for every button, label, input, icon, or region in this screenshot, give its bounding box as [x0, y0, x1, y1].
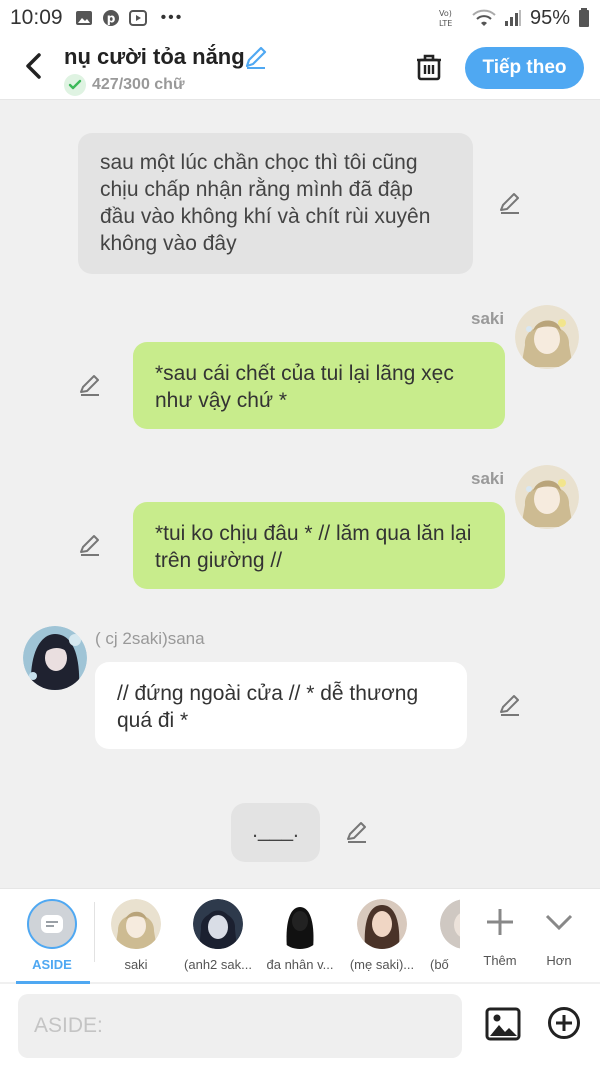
avatar-image — [515, 305, 579, 369]
message-input[interactable] — [18, 994, 462, 1058]
status-bar: 10:09 p ••• Vo) LTE 95% — [0, 0, 600, 36]
aside-avatar — [27, 899, 77, 949]
word-count-text: 427/300 chữ — [92, 76, 185, 93]
more-label: Hơn — [546, 953, 572, 968]
system-icons: Vo) LTE 95% — [438, 7, 590, 30]
character-anh2-saki[interactable]: (anh2 sak... — [178, 899, 258, 972]
plus-icon — [487, 909, 513, 935]
edit-title-icon[interactable] — [243, 44, 269, 70]
character-picker: ASIDE saki (anh2 sak... đa nhân v... (mẹ… — [0, 888, 600, 982]
notification-icons: p — [75, 9, 147, 27]
character-bubble-left[interactable]: // đứng ngoài cửa // * dễ thương quá đi … — [95, 662, 467, 749]
character-label: (anh2 sak... — [184, 957, 252, 972]
svg-text:p: p — [106, 12, 115, 26]
youtube-icon — [128, 10, 147, 26]
chevron-left-icon — [26, 53, 41, 79]
edit-pencil-icon[interactable] — [77, 532, 103, 558]
volte-icon: Vo)LTE — [439, 9, 452, 28]
character-label: (bố — [430, 957, 449, 972]
narration-bubble[interactable]: .___. — [231, 803, 320, 862]
character-label: ASIDE — [32, 957, 72, 972]
next-button[interactable]: Tiếp theo — [465, 47, 584, 89]
character-bubble-right[interactable]: *tui ko chịu đâu * // lăm qua lăn lại tr… — [133, 502, 505, 589]
edit-pencil-icon[interactable] — [497, 190, 523, 216]
trash-icon[interactable] — [414, 52, 444, 82]
svg-text:Vo): Vo) — [439, 9, 452, 18]
divider — [94, 902, 95, 962]
edit-pencil-icon[interactable] — [344, 819, 370, 845]
svg-text:LTE: LTE — [439, 19, 452, 28]
edit-pencil-icon[interactable] — [497, 692, 523, 718]
avatar — [111, 899, 161, 949]
add-circle-icon[interactable] — [547, 1006, 581, 1040]
message-text: *tui ko chịu đâu * // lăm qua lăn lại tr… — [155, 522, 472, 572]
story-title: nụ cười tỏa nắng — [64, 44, 245, 69]
more-characters-button[interactable]: Hơn — [530, 899, 588, 968]
character-label: đa nhân v... — [266, 957, 334, 972]
add-label: Thêm — [483, 953, 517, 968]
gallery-icon — [75, 11, 92, 25]
editor-header: nụ cười tỏa nắng 427/300 chữ Tiếp theo — [0, 36, 600, 100]
avatar — [357, 899, 407, 949]
message-text: .___. — [252, 819, 299, 842]
speaker-name: saki — [471, 309, 505, 328]
edit-pencil-icon[interactable] — [77, 372, 103, 398]
image-icon[interactable] — [485, 1006, 521, 1042]
narration-bubble[interactable]: sau một lúc chần chọc thì tôi cũng chịu … — [78, 133, 473, 274]
chevron-down-icon — [545, 914, 573, 931]
battery-percent: 95% — [529, 6, 570, 29]
check-icon — [64, 74, 86, 96]
compose-bar — [0, 984, 600, 1067]
back-button[interactable] — [18, 50, 50, 82]
avatar — [440, 899, 460, 949]
character-da-nhan-vat[interactable]: đa nhân v... — [260, 899, 340, 972]
battery-icon — [579, 8, 589, 27]
character-bo-saki[interactable]: (bố — [420, 899, 460, 972]
avatar-image — [515, 465, 579, 529]
character-aside[interactable]: ASIDE — [12, 899, 92, 972]
add-character-button[interactable]: Thêm — [471, 899, 529, 968]
message-text: // đứng ngoài cửa // * dễ thương quá đi … — [117, 682, 419, 732]
message-text: sau một lúc chần chọc thì tôi cũng chịu … — [100, 151, 431, 255]
aside-chat-icon — [41, 915, 63, 933]
speaker-name: ( cj 2saki)sana — [95, 629, 205, 648]
avatar — [275, 899, 325, 949]
pinterest-icon: p — [102, 10, 119, 26]
status-time: 10:09 — [10, 6, 63, 29]
word-count: 427/300 chữ — [64, 74, 185, 96]
character-bubble-right[interactable]: *sau cái chết của tui lại lãng xẹc như v… — [133, 342, 505, 429]
avatar-sana[interactable] — [23, 626, 87, 690]
character-label: (mẹ saki)... — [349, 957, 415, 972]
message-text: *sau cái chết của tui lại lãng xẹc như v… — [155, 362, 454, 412]
avatar-saki[interactable] — [515, 465, 579, 529]
avatar — [193, 899, 243, 949]
signal-icon — [504, 10, 521, 26]
character-saki[interactable]: saki — [96, 899, 176, 972]
avatar-image — [23, 626, 87, 690]
speaker-name: saki — [471, 469, 505, 488]
wifi-icon — [472, 9, 496, 26]
character-label: saki — [124, 957, 148, 972]
avatar-saki[interactable] — [515, 305, 579, 369]
character-me-saki[interactable]: (mẹ saki)... — [342, 899, 422, 972]
more-notifications-dots: ••• — [160, 9, 184, 26]
